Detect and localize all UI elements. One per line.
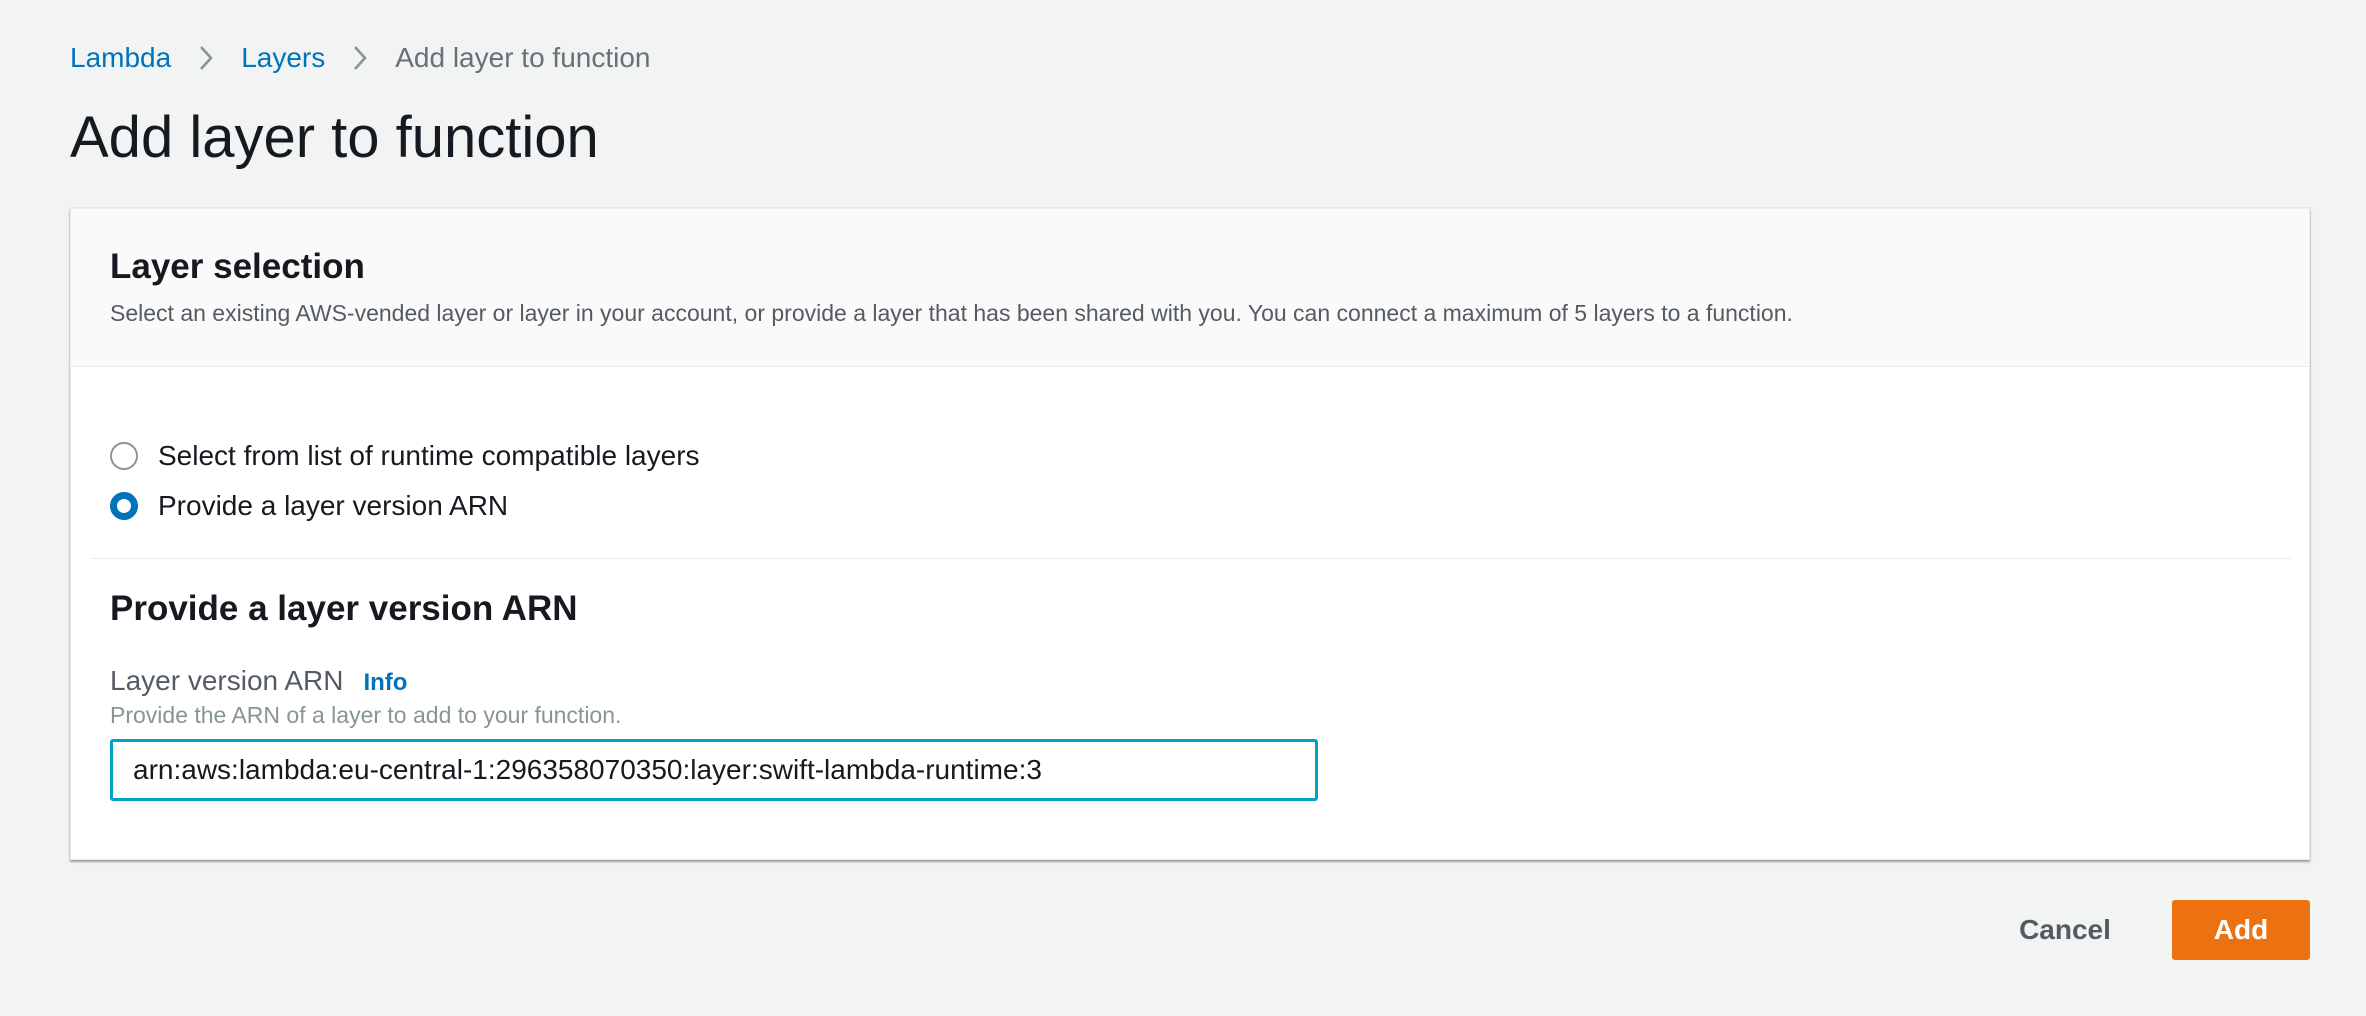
layer-selection-container: Layer selection Select an existing AWS-v… — [70, 208, 2310, 860]
breadcrumb-item-layers[interactable]: Layers — [241, 38, 325, 78]
info-link[interactable]: Info — [363, 669, 407, 697]
page: Lambda Layers Add layer to function Add … — [0, 0, 2366, 1016]
layer-selection-header: Layer selection Select an existing AWS-v… — [71, 209, 2309, 367]
arn-section-title: Provide a layer version ARN — [110, 589, 578, 628]
radio-button-checked[interactable] — [110, 492, 138, 520]
arn-field-label: Layer version ARN — [110, 665, 344, 696]
layer-source-radio-group: Select from list of runtime compatible l… — [110, 431, 700, 531]
breadcrumb: Lambda Layers Add layer to function — [70, 38, 651, 78]
breadcrumb-item-current: Add layer to function — [395, 42, 651, 73]
radio-option-layer-version-arn[interactable]: Provide a layer version ARN — [110, 481, 700, 531]
breadcrumb-item-lambda[interactable]: Lambda — [70, 38, 171, 78]
chevron-right-icon — [171, 44, 241, 72]
arn-field-label-row: Layer version ARN Info — [110, 661, 407, 701]
cancel-button[interactable]: Cancel — [1990, 900, 2140, 960]
page-title: Add layer to function — [70, 105, 599, 170]
arn-field-description: Provide the ARN of a layer to add to you… — [110, 702, 622, 728]
radio-label[interactable]: Provide a layer version ARN — [158, 486, 508, 526]
layer-selection-title: Layer selection — [110, 247, 365, 286]
section-divider — [91, 558, 2291, 559]
radio-label[interactable]: Select from list of runtime compatible l… — [158, 436, 700, 476]
chevron-right-icon — [325, 44, 395, 72]
layer-version-arn-input[interactable] — [110, 739, 1318, 801]
radio-button-unchecked[interactable] — [110, 442, 138, 470]
radio-option-runtime-compatible-layers[interactable]: Select from list of runtime compatible l… — [110, 431, 700, 481]
layer-selection-description: Select an existing AWS-vended layer or l… — [110, 300, 1793, 326]
add-button[interactable]: Add — [2172, 900, 2310, 960]
